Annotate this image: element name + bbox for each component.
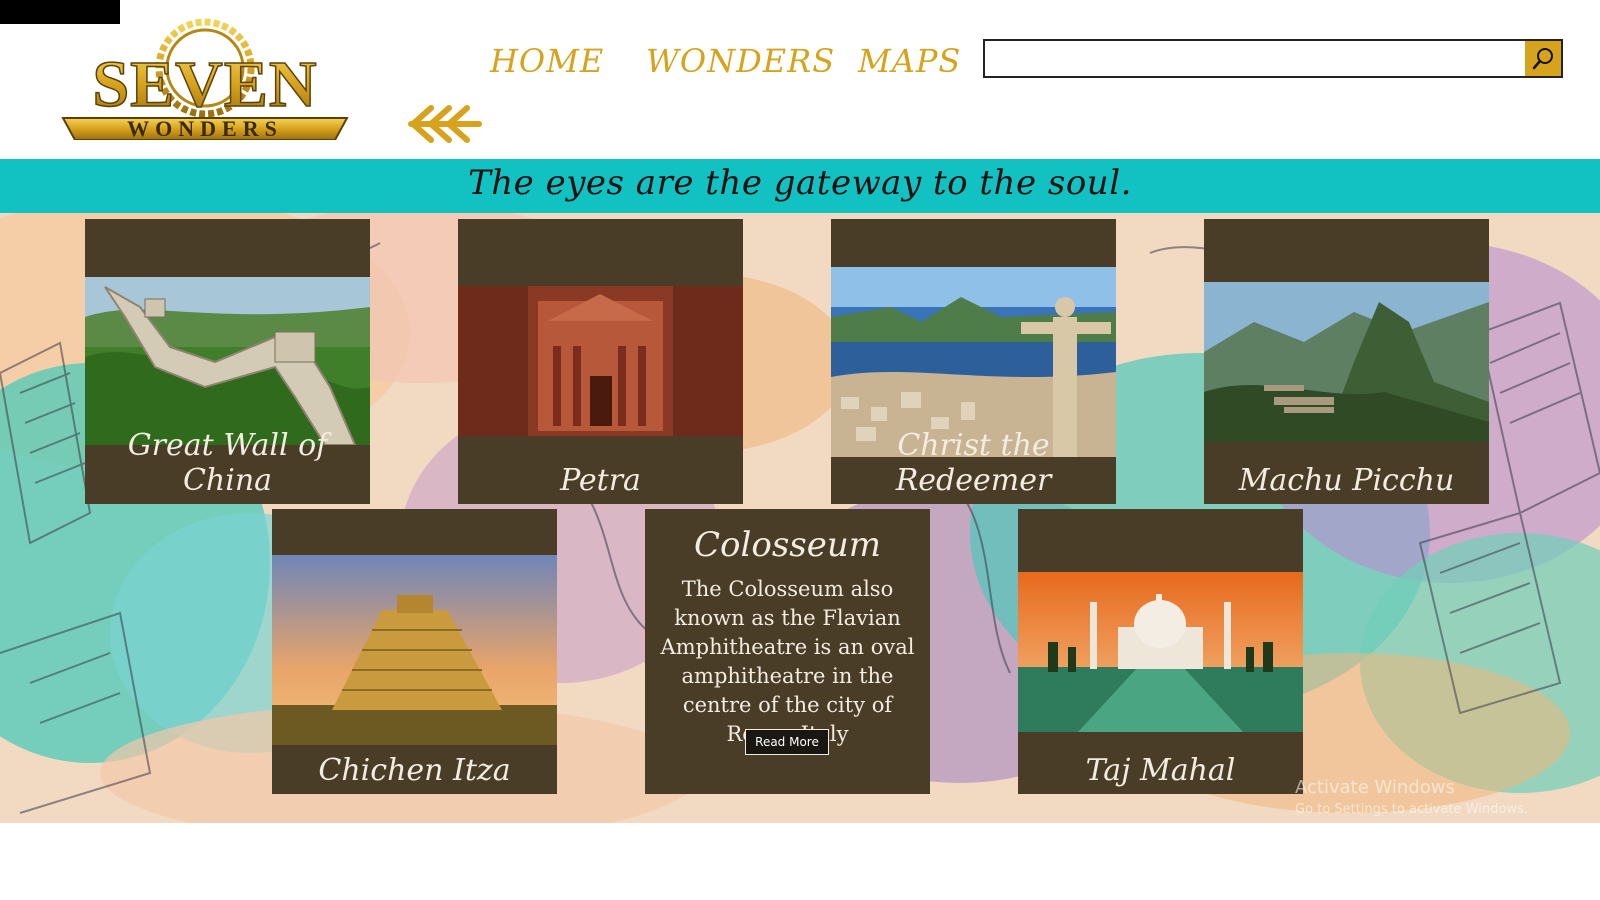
wonder-card-chichen-itza[interactable]: Chichen Itza (272, 509, 557, 794)
logo-line2: WONDERS (127, 116, 283, 140)
quote-banner: The eyes are the gateway to the soul. (0, 159, 1600, 213)
nav-wonders-link[interactable]: WONDERS (646, 42, 835, 80)
wonder-title: Petra (560, 463, 641, 498)
wonder-title: Christ the Redeemer (895, 428, 1052, 498)
search-box (983, 39, 1563, 78)
nav-maps-link[interactable]: MAPS (858, 42, 961, 80)
machu-picchu-photo (1204, 282, 1489, 442)
wonder-card-petra[interactable]: Petra (458, 219, 743, 504)
read-more-button[interactable]: Read More (745, 729, 829, 755)
seven-wonders-logo[interactable]: SEVEN WONDERS (55, 18, 355, 140)
search-button[interactable] (1525, 41, 1561, 76)
watermark-title: Activate Windows (1295, 777, 1455, 798)
logo-line1: SEVEN (92, 48, 317, 121)
taj-mahal-photo (1018, 572, 1303, 732)
wonder-card-taj-mahal[interactable]: Taj Mahal (1018, 509, 1303, 794)
wonder-card-machu-picchu[interactable]: Machu Picchu (1204, 219, 1489, 504)
great-wall-photo (85, 277, 370, 445)
wonder-title: Taj Mahal (1085, 753, 1236, 788)
search-icon (1532, 48, 1553, 70)
watermark-subtitle: Go to Settings to activate Windows. (1295, 802, 1528, 817)
double-arrow-left-icon[interactable] (405, 102, 485, 148)
wonder-card-christ-the-redeemer[interactable]: Christ the Redeemer (831, 219, 1116, 504)
wonder-card-colosseum: Colosseum The Colosseum also known as th… (645, 509, 930, 794)
banner-quote: The eyes are the gateway to the soul. (468, 163, 1132, 203)
wonder-title: Machu Picchu (1238, 463, 1455, 498)
nav-home-link[interactable]: HOME (490, 42, 604, 80)
wonder-title: Chichen Itza (318, 753, 511, 788)
petra-photo (458, 286, 743, 436)
wonder-card-great-wall[interactable]: Great Wall of China (85, 219, 370, 504)
wonder-title: Great Wall of China (127, 428, 328, 498)
activate-windows-watermark: Activate Windows Go to Settings to activ… (1295, 777, 1528, 817)
wonder-detail-description: The Colosseum also known as the Flavian … (660, 577, 915, 746)
wonder-detail-title: Colosseum (694, 525, 881, 565)
chichen-itza-photo (272, 555, 557, 745)
search-input[interactable] (985, 41, 1525, 76)
